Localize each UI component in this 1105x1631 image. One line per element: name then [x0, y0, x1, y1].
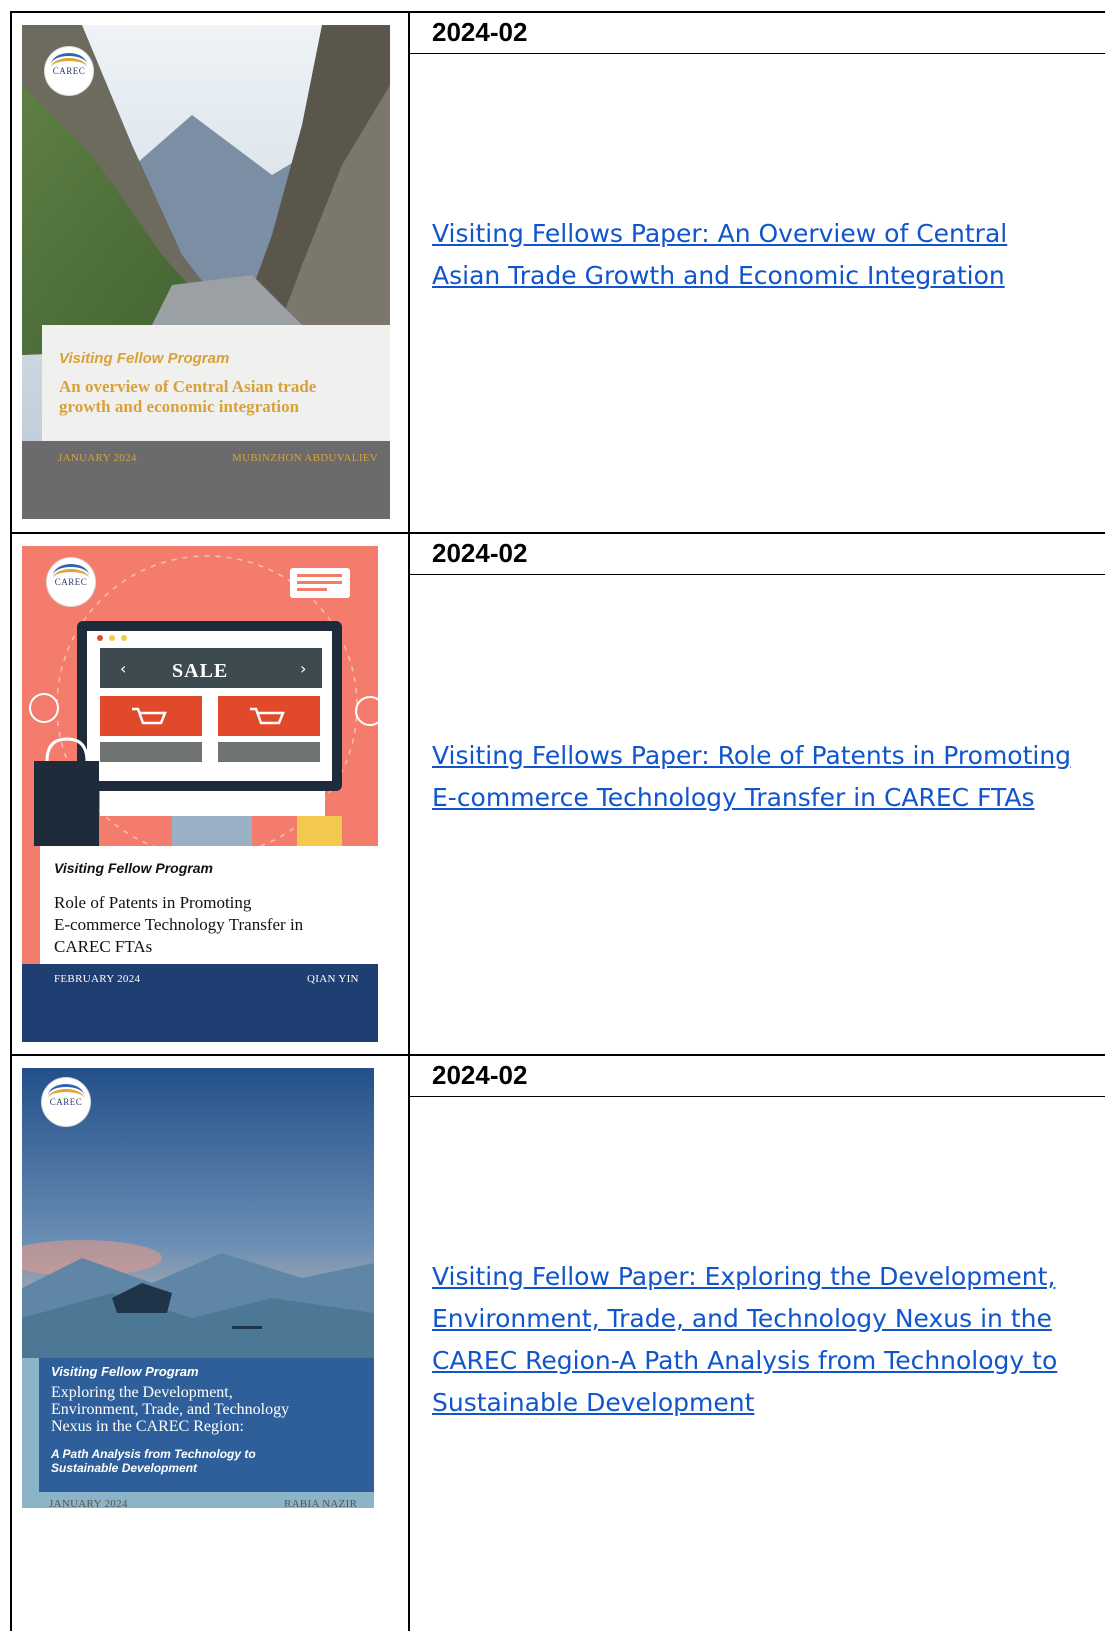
svg-text:›: › [300, 659, 306, 678]
cover-title-line: Exploring the Development, [51, 1384, 233, 1401]
cover-author: MUBINZHON ABDUVALIEV [232, 452, 379, 464]
program-label: Visiting Fellow Program [59, 350, 230, 367]
paper-link-line: Visiting Fellow Paper: Exploring the Dev… [432, 1262, 1056, 1291]
lake-mountains-illustration [22, 1068, 386, 1631]
svg-text:‹: ‹ [120, 659, 126, 678]
sale-banner: SALE [172, 660, 229, 682]
cover-author: QIAN YIN [307, 973, 359, 985]
cover-title-line: Role of Patents in Promoting [54, 893, 252, 912]
paper-link-line: Visiting Fellows Paper: Role of Patents … [432, 741, 1072, 770]
date-divider [408, 53, 1105, 54]
cover-title-line: An overview of Central Asian trade [59, 377, 317, 396]
paper-link[interactable]: Visiting Fellows Paper: An Overview of C… [432, 213, 1095, 297]
date-divider [408, 1096, 1105, 1097]
publication-date: 2024-02 [432, 1060, 528, 1090]
cover-title-line: E-commerce Technology Transfer in [54, 915, 304, 934]
paper-link-line: Environment, Trade, and Technology Nexus… [432, 1304, 1052, 1333]
row-divider [10, 532, 1105, 534]
program-label: Visiting Fellow Program [54, 860, 213, 876]
cover-date: FEBRUARY 2024 [54, 973, 141, 985]
paper-link-line: E-commerce Technology Transfer in CAREC … [432, 783, 1035, 812]
cover-title: Role of Patents in Promoting E-commerce … [54, 892, 303, 958]
cover-title-panel: Visiting Fellow Program An overview of C… [42, 325, 390, 441]
paper-link[interactable]: Visiting Fellow Paper: Exploring the Dev… [432, 1256, 1095, 1424]
cover-subtitle: A Path Analysis from Technology to Susta… [51, 1447, 256, 1475]
cover-date: JANUARY 2024 [58, 452, 137, 464]
cover-subtitle-line: Sustainable Development [51, 1461, 198, 1475]
cover-title-line: growth and economic integration [59, 397, 300, 416]
publication-date: 2024-02 [432, 538, 528, 568]
cover-title: Exploring the Development, Environment, … [51, 1384, 289, 1435]
table-border-left [10, 11, 12, 1631]
date-divider [408, 574, 1105, 575]
cover-title-panel: Visiting Fellow Program Role of Patents … [40, 846, 378, 964]
row-divider [10, 1054, 1105, 1056]
paper-link-line: Asian Trade Growth and Economic Integrat… [432, 261, 1005, 290]
carec-logo-icon: CAREC [45, 47, 93, 95]
cover-image[interactable]: Visiting Fellow Program An overview of C… [22, 25, 390, 519]
paper-link-line: CAREC Region-A Path Analysis from Techno… [432, 1346, 1058, 1375]
cover-title: An overview of Central Asian trade growt… [59, 377, 316, 417]
cover-date: JANUARY 2024 [49, 1498, 128, 1510]
cover-title-line: Environment, Trade, and Technology [51, 1401, 290, 1418]
table-border-top [10, 11, 1105, 13]
carec-logo-icon: CAREC [42, 1078, 90, 1126]
paper-link[interactable]: Visiting Fellows Paper: Role of Patents … [432, 735, 1095, 819]
cover-subtitle-line: A Path Analysis from Technology to [51, 1447, 256, 1461]
paper-link-line: Sustainable Development [432, 1388, 755, 1417]
cover-image[interactable]: ‹ › SALE Visiting Fellow Program Role of… [22, 546, 378, 1042]
program-label: Visiting Fellow Program [51, 1364, 199, 1379]
carec-logo-icon: CAREC [47, 558, 95, 606]
cover-title-line: Nexus in the CAREC Region: [51, 1418, 244, 1435]
paper-link-line: Visiting Fellows Paper: An Overview of C… [432, 219, 1008, 248]
cover-title-line: CAREC FTAs [54, 937, 153, 956]
cover-author: RABIA NAZIR [284, 1498, 358, 1510]
column-divider [408, 11, 410, 1631]
cover-image[interactable]: Visiting Fellow Program Exploring the De… [22, 1068, 386, 1631]
publication-date: 2024-02 [432, 17, 528, 47]
cover-title-panel: Visiting Fellow Program Exploring the De… [39, 1358, 374, 1492]
